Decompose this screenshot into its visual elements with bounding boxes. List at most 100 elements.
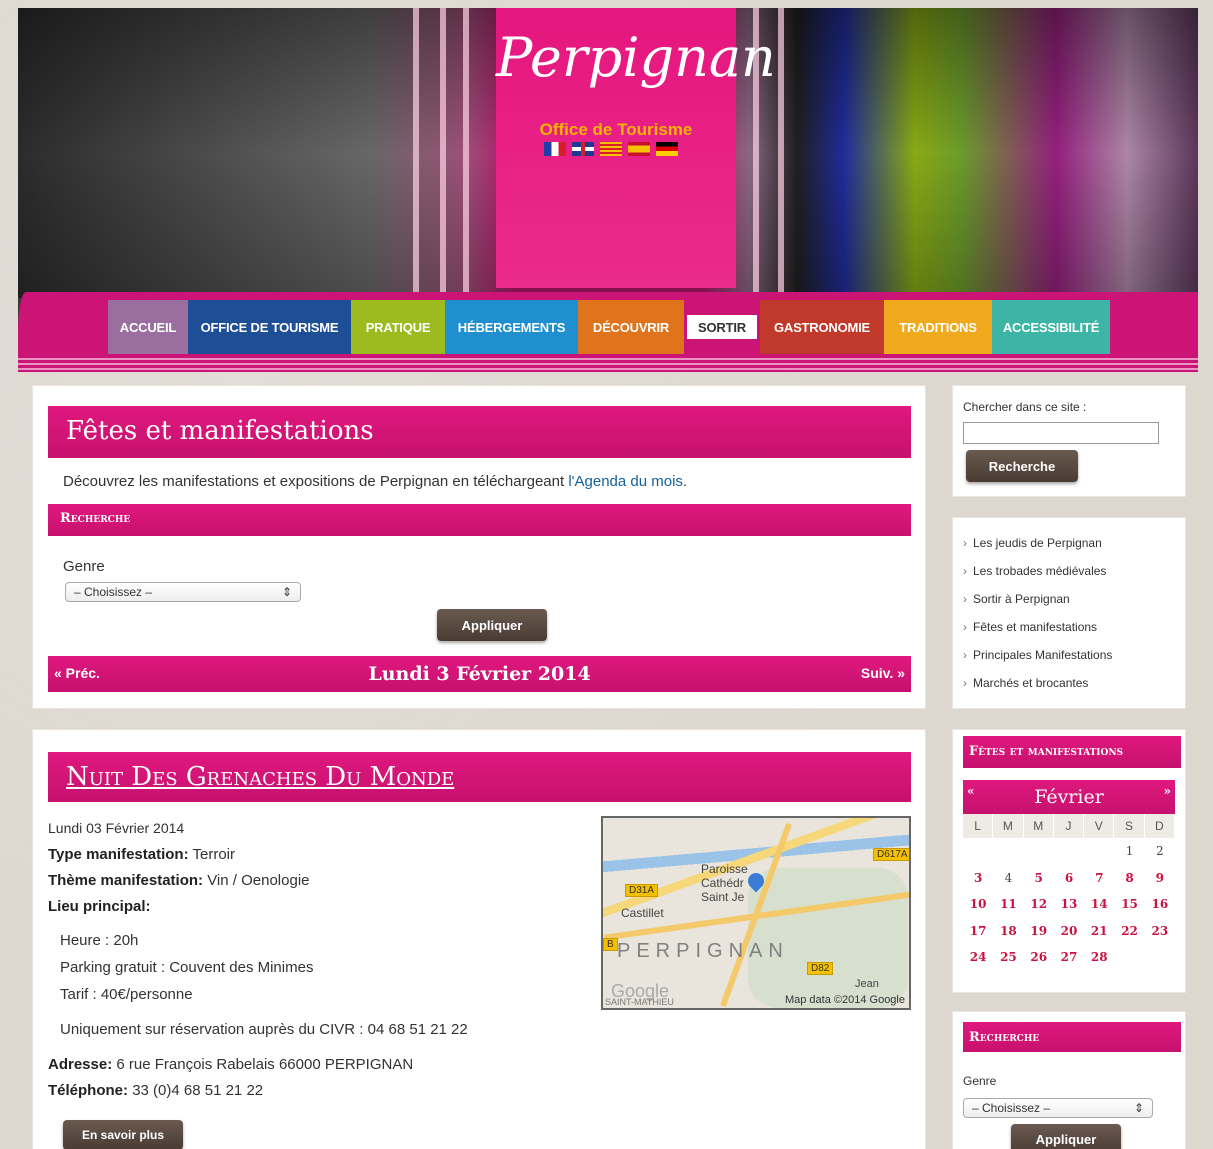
logo[interactable]: Perpignan Office de Tourisme: [496, 8, 776, 288]
logo-text: Perpignan: [496, 26, 776, 89]
calendar-prev[interactable]: «: [967, 784, 975, 798]
calendar-empty-cell: [1024, 838, 1054, 865]
nav-hebergements[interactable]: HÉBERGEMENTS: [445, 300, 578, 354]
map-label: Paroisse: [701, 862, 748, 876]
calendar-day[interactable]: 10: [963, 891, 993, 918]
header-band-stripes: [18, 358, 1198, 372]
event-lieu-label: Lieu principal:: [48, 898, 151, 915]
nav-traditions[interactable]: TRADITIONS: [884, 300, 992, 354]
header-stripe: [440, 8, 446, 308]
calendar-day[interactable]: 13: [1054, 891, 1084, 918]
intro-text-body: Découvrez les manifestations et expositi…: [63, 473, 569, 490]
calendar-dow: S: [1114, 814, 1145, 838]
calendar-day[interactable]: 21: [1084, 918, 1114, 945]
nav-decouvrir[interactable]: DÉCOUVRIR: [578, 300, 684, 354]
flag-uk-icon[interactable]: [572, 142, 594, 156]
event-detail: Tarif : 40€/personne: [60, 986, 193, 1003]
calendar-day[interactable]: 24: [963, 944, 993, 971]
calendar-day[interactable]: 15: [1114, 891, 1144, 918]
calendar-day[interactable]: 14: [1084, 891, 1114, 918]
nav-sortir-slot: SORTIR: [684, 300, 760, 354]
flag-ca-icon[interactable]: [600, 142, 622, 156]
event-phone-value: 33 (0)4 68 51 21 22: [132, 1082, 264, 1099]
calendar-day[interactable]: 28: [1084, 944, 1114, 971]
calendar-day[interactable]: 6: [1054, 865, 1084, 892]
more-info-button[interactable]: En savoir plus: [63, 1120, 183, 1149]
calendar-empty-cell: [1084, 838, 1114, 865]
calendar-day: 4: [1004, 870, 1013, 885]
event-title-link[interactable]: Nuit Des Grenaches Du Monde: [66, 762, 454, 792]
calendar-next[interactable]: »: [1164, 784, 1172, 798]
nav-pratique[interactable]: PRATIQUE: [351, 300, 445, 354]
calendar-dow: V: [1084, 814, 1115, 838]
site-search-input[interactable]: [963, 422, 1159, 444]
event-title-bar: Nuit Des Grenaches Du Monde: [48, 752, 911, 802]
calendar-day[interactable]: 23: [1145, 918, 1175, 945]
event-map[interactable]: Paroisse Cathédr Saint Je Castillet D617…: [601, 816, 911, 1010]
sidebar-link[interactable]: Les jeudis de Perpignan: [963, 536, 1112, 564]
agenda-link[interactable]: l'Agenda du mois: [568, 473, 683, 490]
calendar-dow: M: [993, 814, 1024, 838]
event-phone: Téléphone: 33 (0)4 68 51 21 22: [48, 1082, 263, 1099]
calendar-day[interactable]: 25: [993, 944, 1023, 971]
nav-sortir[interactable]: SORTIR: [687, 315, 757, 339]
flag-es-icon[interactable]: [628, 142, 650, 156]
nav-gastronomie[interactable]: GASTRONOMIE: [760, 300, 884, 354]
nav-accueil[interactable]: ACCUEIL: [108, 300, 188, 354]
apply-button[interactable]: Appliquer: [437, 609, 547, 641]
map-city-label: PERPIGNAN: [617, 940, 789, 962]
next-day-link[interactable]: Suiv. »: [861, 665, 905, 681]
calendar-day[interactable]: 17: [963, 918, 993, 945]
calendar-day[interactable]: 26: [1024, 944, 1054, 971]
header-stripe: [463, 8, 469, 308]
flag-fr-icon[interactable]: [544, 142, 566, 156]
sidebar-link[interactable]: Sortir à Perpignan: [963, 592, 1112, 620]
calendar-grid: L M M J V S D 1 2 3 4 5 6 7 8 9 10 11 12 13 14 15 16 17 18 19 20 21…: [963, 814, 1175, 971]
calendar-day[interactable]: 5: [1024, 865, 1054, 892]
calendar-day[interactable]: 3: [963, 865, 993, 892]
page-title: Fêtes et manifestations: [48, 406, 911, 458]
map-road-tag: B: [603, 938, 618, 951]
calendar-empty-cell: [1145, 944, 1175, 971]
calendar-day[interactable]: 12: [1024, 891, 1054, 918]
sidebar-link[interactable]: Principales Manifestations: [963, 648, 1112, 676]
calendar-day[interactable]: 19: [1024, 918, 1054, 945]
calendar-empty-cell: [993, 838, 1023, 865]
calendar-empty-cell: [1114, 944, 1144, 971]
calendar-day[interactable]: 8: [1114, 865, 1144, 892]
search-panel: Fêtes et manifestations Découvrez les ma…: [33, 386, 925, 708]
calendar-dow: M: [1023, 814, 1054, 838]
sidebar-link[interactable]: Marchés et brocantes: [963, 676, 1112, 704]
date-navigation: « Préc. Lundi 3 Février 2014 Suiv. »: [48, 656, 911, 692]
map-label: SAINT-MATHIEU: [605, 997, 674, 1007]
sidebar-apply-button[interactable]: Appliquer: [1011, 1124, 1121, 1149]
sidebar-link[interactable]: Fêtes et manifestations: [963, 620, 1112, 648]
sidebar-search-panel: Recherche Genre – Choisissez – ⇕ Appliqu…: [953, 1012, 1185, 1149]
calendar-day[interactable]: 16: [1145, 891, 1175, 918]
current-date: Lundi 3 Février 2014: [368, 663, 591, 685]
calendar-day[interactable]: 11: [993, 891, 1023, 918]
flag-de-icon[interactable]: [656, 142, 678, 156]
sidebar-genre-select[interactable]: – Choisissez – ⇕: [963, 1098, 1153, 1118]
calendar-panel: Fêtes et manifestations « Février » LMMJ…: [953, 730, 1185, 992]
nav-accessibilite[interactable]: ACCESSIBILITÉ: [992, 300, 1110, 354]
calendar-dow: D: [1144, 814, 1175, 838]
sidebar-link[interactable]: Les trobades médiévales: [963, 564, 1112, 592]
site-search-button[interactable]: Recherche: [966, 450, 1078, 482]
calendar-day[interactable]: 7: [1084, 865, 1114, 892]
nav-office-de-tourisme[interactable]: OFFICE DE TOURISME: [188, 300, 351, 354]
calendar-day[interactable]: 18: [993, 918, 1023, 945]
main-nav: ACCUEIL OFFICE DE TOURISME PRATIQUE HÉBE…: [108, 300, 1110, 354]
calendar-day[interactable]: 20: [1054, 918, 1084, 945]
map-area: [748, 868, 908, 1008]
calendar-empty-cell: [963, 838, 993, 865]
sidebar-search-title: Recherche: [963, 1022, 1181, 1052]
calendar-day[interactable]: 9: [1145, 865, 1175, 892]
event-phone-label: Téléphone:: [48, 1082, 129, 1099]
event-type-label: Type manifestation:: [48, 846, 189, 863]
calendar-day[interactable]: 22: [1114, 918, 1144, 945]
logo-subtitle: Office de Tourisme: [539, 120, 693, 139]
genre-select[interactable]: – Choisissez – ⇕: [65, 582, 301, 602]
calendar-day[interactable]: 27: [1054, 944, 1084, 971]
map-copyright: Map data ©2014 Google: [784, 994, 905, 1006]
